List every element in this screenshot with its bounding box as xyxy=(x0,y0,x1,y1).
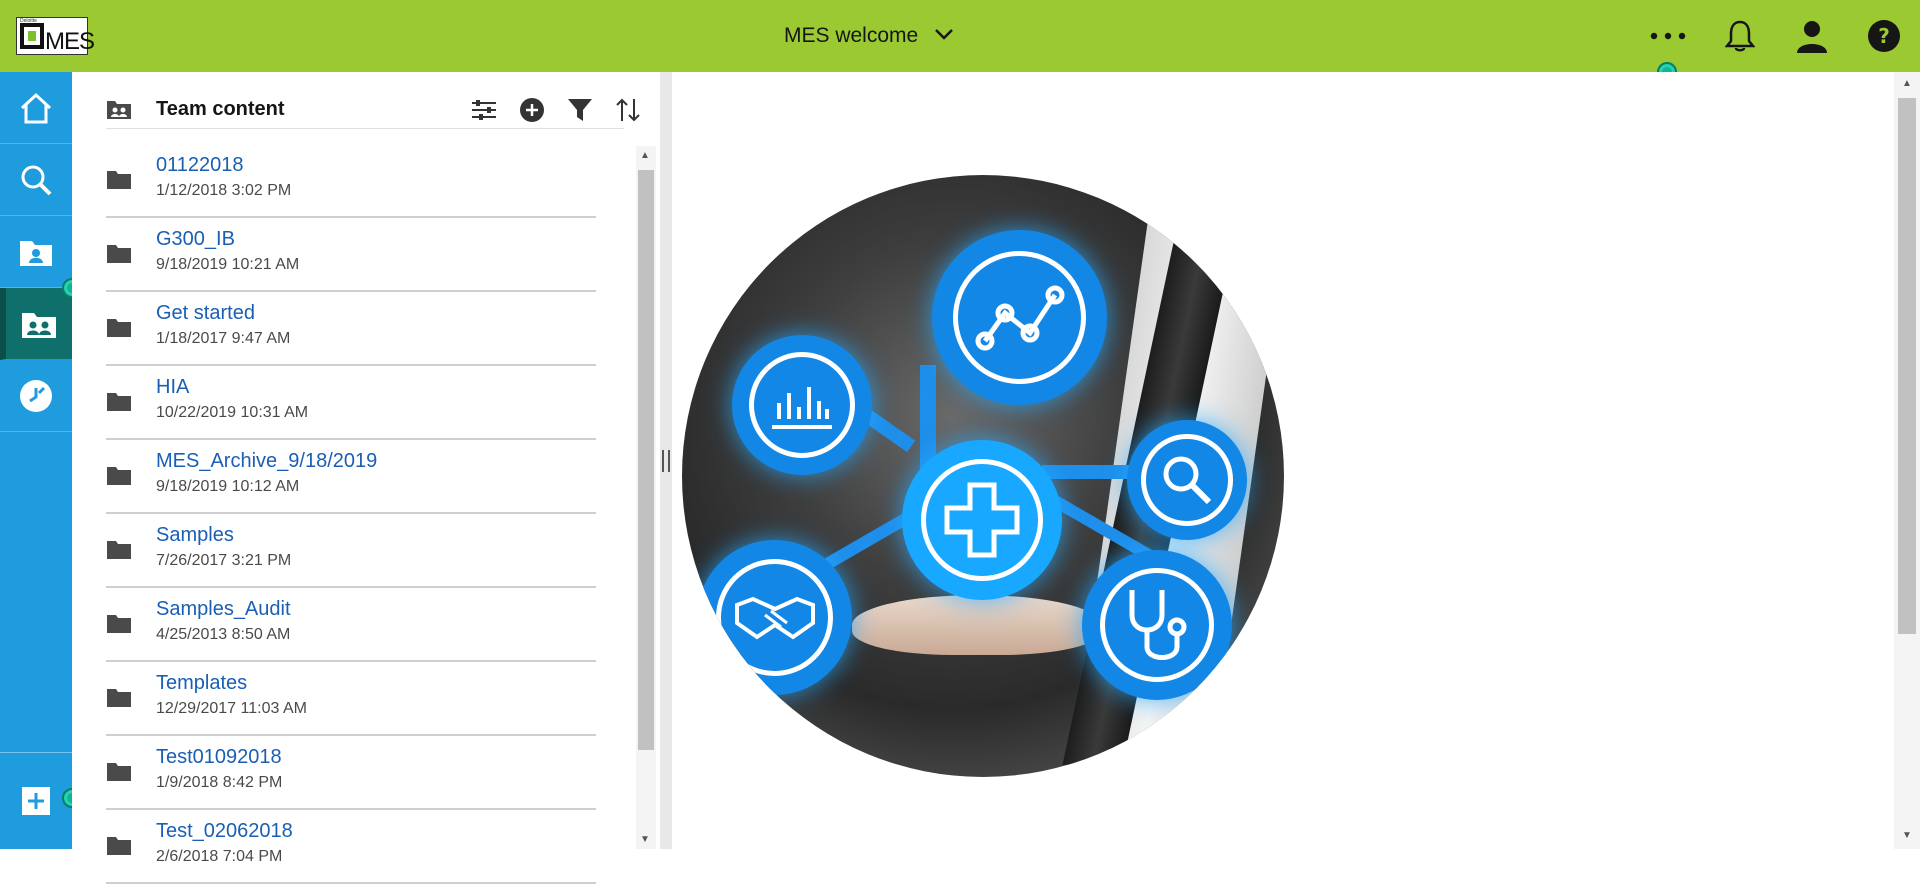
list-scrollbar[interactable]: ▲ ▼ xyxy=(636,146,656,849)
folder-icon xyxy=(106,170,132,195)
folder-icon xyxy=(106,318,132,343)
logo-text: MES xyxy=(45,28,95,55)
panel-header: Team content xyxy=(106,90,640,129)
app-logo[interactable]: Deloitte MES xyxy=(16,17,95,55)
healthcare-illustration xyxy=(682,175,1284,777)
more-icon[interactable] xyxy=(1648,16,1688,56)
magnifier-node-icon xyxy=(1127,420,1247,540)
user-icon[interactable] xyxy=(1792,16,1832,56)
list-item[interactable]: Templates 12/29/2017 11:03 AM xyxy=(106,662,596,736)
illustration-hand xyxy=(852,595,1102,655)
item-name-link[interactable]: 01122018 xyxy=(156,154,244,177)
list-settings-icon[interactable] xyxy=(470,96,498,124)
item-date: 2/6/2018 7:04 PM xyxy=(156,848,283,865)
item-name-link[interactable]: Templates xyxy=(156,672,247,695)
sort-icon[interactable] xyxy=(614,96,642,124)
search-icon[interactable] xyxy=(0,144,72,216)
list-item[interactable]: Test_02062018 2/6/2018 7:04 PM xyxy=(106,810,596,884)
main-scroll-down[interactable]: ▼ xyxy=(1902,830,1912,841)
item-date: 1/12/2018 3:02 PM xyxy=(156,182,292,199)
logo-mark xyxy=(20,23,44,49)
splitter-grip[interactable] xyxy=(662,450,670,472)
item-date: 10/22/2019 10:31 AM xyxy=(156,404,309,421)
add-button[interactable] xyxy=(0,752,72,849)
item-name-link[interactable]: Samples xyxy=(156,524,234,547)
list-item[interactable]: Samples_Audit 4/25/2013 8:50 AM xyxy=(106,588,596,662)
folder-icon xyxy=(106,540,132,565)
top-bar: Deloitte MES MES welcome ? xyxy=(0,0,1920,82)
team-folder-icon xyxy=(106,98,132,125)
folder-icon xyxy=(106,392,132,417)
left-nav xyxy=(0,72,82,849)
filter-icon[interactable] xyxy=(566,96,594,124)
help-icon[interactable]: ? xyxy=(1864,16,1904,56)
medical-cross-icon xyxy=(902,440,1062,600)
main-scroll-up[interactable]: ▲ xyxy=(1902,78,1912,89)
panel-title: Team content xyxy=(156,98,285,120)
folder-icon xyxy=(106,762,132,787)
recent-icon[interactable] xyxy=(0,360,72,432)
item-name-link[interactable]: Samples_Audit xyxy=(156,598,291,621)
folder-icon xyxy=(106,466,132,491)
item-name-link[interactable]: Get started xyxy=(156,302,255,325)
folder-icon xyxy=(106,244,132,269)
bell-icon[interactable] xyxy=(1720,16,1760,56)
content-list: 01122018 1/12/2018 3:02 PM G300_IB 9/18/201… xyxy=(106,144,596,884)
my-content-icon[interactable] xyxy=(0,216,72,288)
item-date: 9/18/2019 10:21 AM xyxy=(156,256,300,273)
page-title: MES welcome xyxy=(784,24,919,47)
list-item[interactable]: HIA 10/22/2019 10:31 AM xyxy=(106,366,596,440)
folder-icon xyxy=(106,614,132,639)
home-icon[interactable] xyxy=(0,72,72,144)
item-name-link[interactable]: Test01092018 xyxy=(156,746,282,769)
team-content-panel: Team content 01122018 1/12/2018 3:02 PM G3… xyxy=(72,72,660,884)
item-date: 12/29/2017 11:03 AM xyxy=(156,700,307,717)
list-item[interactable]: Get started 1/18/2017 9:47 AM xyxy=(106,292,596,366)
item-name-link[interactable]: G300_IB xyxy=(156,228,235,251)
scroll-down-arrow[interactable]: ▼ xyxy=(640,834,650,845)
item-date: 1/18/2017 9:47 AM xyxy=(156,330,291,347)
team-content-icon[interactable] xyxy=(0,288,72,360)
scroll-up-arrow[interactable]: ▲ xyxy=(640,150,650,161)
stethoscope-node-icon xyxy=(1082,550,1232,700)
add-circle-icon[interactable] xyxy=(518,96,546,124)
welcome-dropdown[interactable]: MES welcome xyxy=(784,20,954,52)
item-name-link[interactable]: HIA xyxy=(156,376,189,399)
list-item[interactable]: Test01092018 1/9/2018 8:42 PM xyxy=(106,736,596,810)
list-item[interactable]: G300_IB 9/18/2019 10:21 AM xyxy=(106,218,596,292)
item-date: 9/18/2019 10:12 AM xyxy=(156,478,300,495)
main-scroll-thumb[interactable] xyxy=(1898,98,1916,634)
handshake-node-icon xyxy=(697,540,852,695)
network-node-icon xyxy=(932,230,1107,405)
item-name-link[interactable]: MES_Archive_9/18/2019 xyxy=(156,450,377,473)
item-name-link[interactable]: Test_02062018 xyxy=(156,820,293,843)
list-item[interactable]: MES_Archive_9/18/2019 9/18/2019 10:12 AM xyxy=(106,440,596,514)
item-date: 4/25/2013 8:50 AM xyxy=(156,626,291,643)
item-date: 7/26/2017 3:21 PM xyxy=(156,552,292,569)
item-date: 1/9/2018 8:42 PM xyxy=(156,774,283,791)
list-item[interactable]: Samples 7/26/2017 3:21 PM xyxy=(106,514,596,588)
list-item[interactable]: 01122018 1/12/2018 3:02 PM xyxy=(106,144,596,218)
main-scrollbar[interactable]: ▲ ▼ xyxy=(1894,72,1920,849)
scroll-thumb[interactable] xyxy=(638,170,654,750)
bar-chart-node-icon xyxy=(732,335,872,475)
chevron-down-icon xyxy=(934,27,954,45)
folder-icon xyxy=(106,688,132,713)
svg-text:?: ? xyxy=(1878,24,1890,48)
